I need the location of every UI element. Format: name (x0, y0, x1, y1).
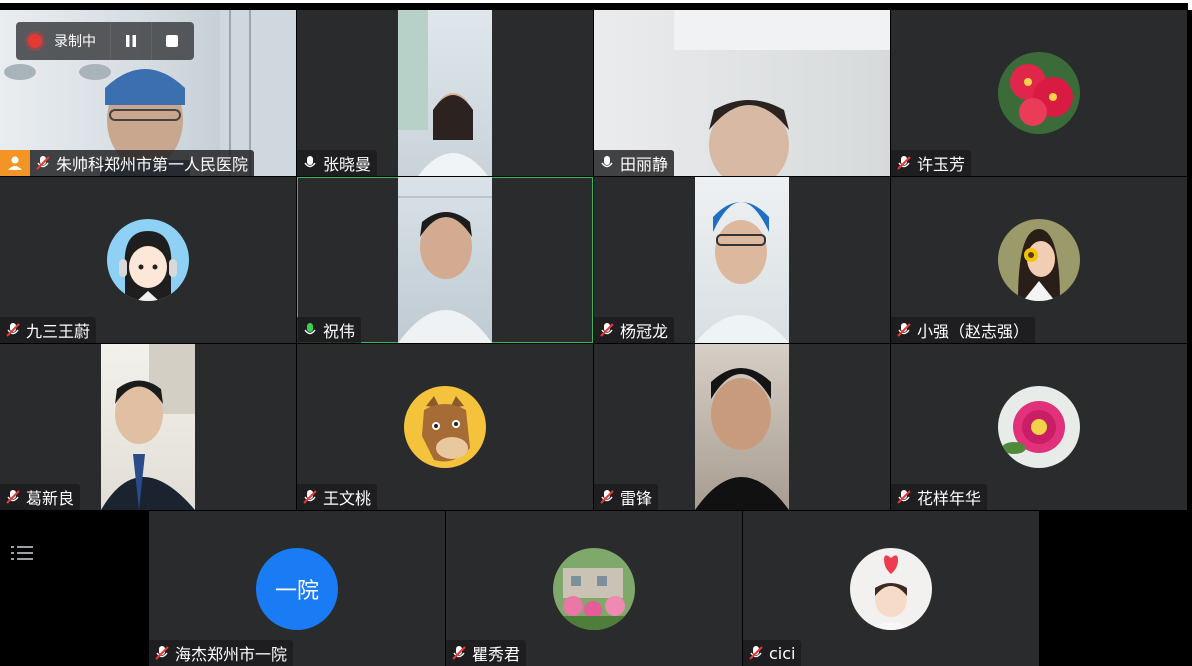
garden-photo-avatar (553, 547, 635, 630)
stop-icon (166, 35, 178, 47)
pause-recording-button[interactable] (110, 22, 151, 60)
child-photo-avatar (850, 547, 932, 630)
participant-tile[interactable]: 杨冠龙 (594, 177, 890, 343)
participant-name-label: 张晓曼 (297, 150, 378, 176)
participant-name-label: 祝伟 (297, 317, 362, 343)
participant-name: 葛新良 (26, 489, 75, 508)
participant-tile[interactable]: 许玉芳 (891, 10, 1187, 176)
participant-name: 雷锋 (620, 489, 653, 508)
participant-name-label: 杨冠龙 (594, 317, 675, 343)
recording-dot-icon (28, 34, 42, 48)
participant-tile[interactable]: 葛新良 (0, 344, 296, 510)
participant-avatar (404, 386, 486, 468)
participant-name-label: 许玉芳 (891, 150, 972, 176)
recording-status: 录制中 (54, 34, 96, 50)
participant-video (695, 177, 789, 343)
participant-avatar (998, 386, 1080, 468)
participant-video (398, 177, 492, 343)
list-menu-icon (11, 546, 33, 560)
participant-row-bottom: 一院 海杰郑州市一院 瞿秀君 cici (0, 511, 1192, 666)
participant-name: 祝伟 (323, 322, 356, 341)
participant-name-label: cici (743, 640, 802, 666)
video-feed-shape (101, 344, 195, 510)
participant-name-label: 朱帅科郑州市第一人民医院 (0, 150, 255, 176)
participant-list-button[interactable] (6, 537, 38, 569)
participant-name: 九三王蔚 (26, 322, 91, 341)
cartoon-horse-avatar (404, 386, 486, 468)
participant-tile[interactable]: 王文桃 (297, 344, 593, 510)
participant-video (101, 344, 195, 510)
participant-name: 杨冠龙 (620, 322, 669, 341)
video-feed-shape (695, 202, 789, 343)
pause-icon (126, 35, 136, 47)
participant-tile[interactable]: 雷锋 (594, 344, 890, 510)
participant-tile[interactable]: 小强（赵志强） (891, 177, 1187, 343)
participant-name: 小强（赵志强） (917, 322, 1030, 341)
participant-name-label: 王文桃 (297, 484, 378, 510)
mic-muted-icon (6, 323, 20, 337)
mic-muted-icon (897, 323, 911, 337)
participant-name-label: 海杰郑州市一院 (149, 640, 294, 666)
video-feed-shape (398, 196, 492, 343)
participant-name: 花样年华 (917, 489, 982, 508)
mic-icon (304, 156, 316, 168)
video-feed-shape (398, 10, 488, 176)
participant-tile[interactable]: 瞿秀君 (446, 511, 742, 666)
mic-muted-icon (155, 646, 169, 660)
mic-muted-icon (749, 646, 763, 660)
pink-peony-avatar (998, 386, 1080, 468)
mic-muted-icon (897, 490, 911, 504)
recording-controls: 录制中 (16, 22, 194, 60)
mic-muted-icon (600, 323, 614, 337)
participant-tile[interactable]: 张晓曼 (297, 10, 593, 176)
participant-name-label: 田丽静 (594, 150, 675, 176)
participant-name-label: 九三王蔚 (0, 317, 97, 343)
mic-speaking-icon (304, 323, 316, 335)
participant-tile[interactable]: 田丽静 (594, 10, 890, 176)
participant-name: 田丽静 (620, 155, 669, 174)
mic-muted-icon (897, 156, 911, 170)
participant-name: cici (769, 643, 796, 663)
participant-name-label: 葛新良 (0, 484, 81, 510)
top-edge (0, 0, 1192, 10)
stop-recording-button[interactable] (151, 22, 192, 60)
participant-video (398, 10, 492, 176)
participant-tile[interactable]: 花样年华 (891, 344, 1187, 510)
cartoon-girl-headset-avatar (107, 219, 189, 301)
mic-muted-icon (452, 646, 466, 660)
mic-muted-icon (6, 490, 20, 504)
participant-name-label: 小强（赵志强） (891, 317, 1036, 343)
mic-icon (601, 156, 613, 168)
participant-avatar (107, 219, 189, 301)
participant-tile[interactable]: 朱帅科郑州市第一人民医院 录制中 (0, 10, 296, 176)
red-flower-avatar (998, 52, 1080, 134)
participant-name: 朱帅科郑州市第一人民医院 (56, 155, 249, 174)
host-icon (0, 150, 30, 176)
participant-text-avatar: 一院 (256, 547, 338, 630)
participant-name-label: 雷锋 (594, 484, 659, 510)
video-grid: 朱帅科郑州市第一人民医院 录制中 张晓曼 田丽静 许玉芳 九三王蔚 祝伟 杨冠龙… (0, 10, 1188, 510)
video-feed-shape (695, 368, 789, 510)
participant-name: 海杰郑州市一院 (175, 645, 288, 664)
participant-avatar (998, 219, 1080, 301)
participant-name-label: 花样年华 (891, 484, 988, 510)
participant-name: 许玉芳 (917, 155, 966, 174)
participant-name: 王文桃 (323, 489, 372, 508)
participant-name: 张晓曼 (323, 155, 372, 174)
participant-avatar (553, 547, 635, 630)
participant-avatar (998, 52, 1080, 134)
mic-muted-icon (600, 490, 614, 504)
participant-tile-active-speaker[interactable]: 祝伟 (297, 177, 593, 343)
participant-name-label: 瞿秀君 (446, 640, 527, 666)
participant-avatar (850, 547, 932, 630)
participant-tile[interactable]: 九三王蔚 (0, 177, 296, 343)
participant-tile[interactable]: 一院 海杰郑州市一院 (149, 511, 445, 666)
mic-muted-icon (303, 490, 317, 504)
participant-name: 瞿秀君 (472, 645, 521, 664)
participant-tile[interactable]: cici (743, 511, 1039, 666)
woman-with-flower-avatar (998, 219, 1080, 301)
mic-muted-icon (36, 156, 50, 170)
participant-video (695, 344, 789, 510)
